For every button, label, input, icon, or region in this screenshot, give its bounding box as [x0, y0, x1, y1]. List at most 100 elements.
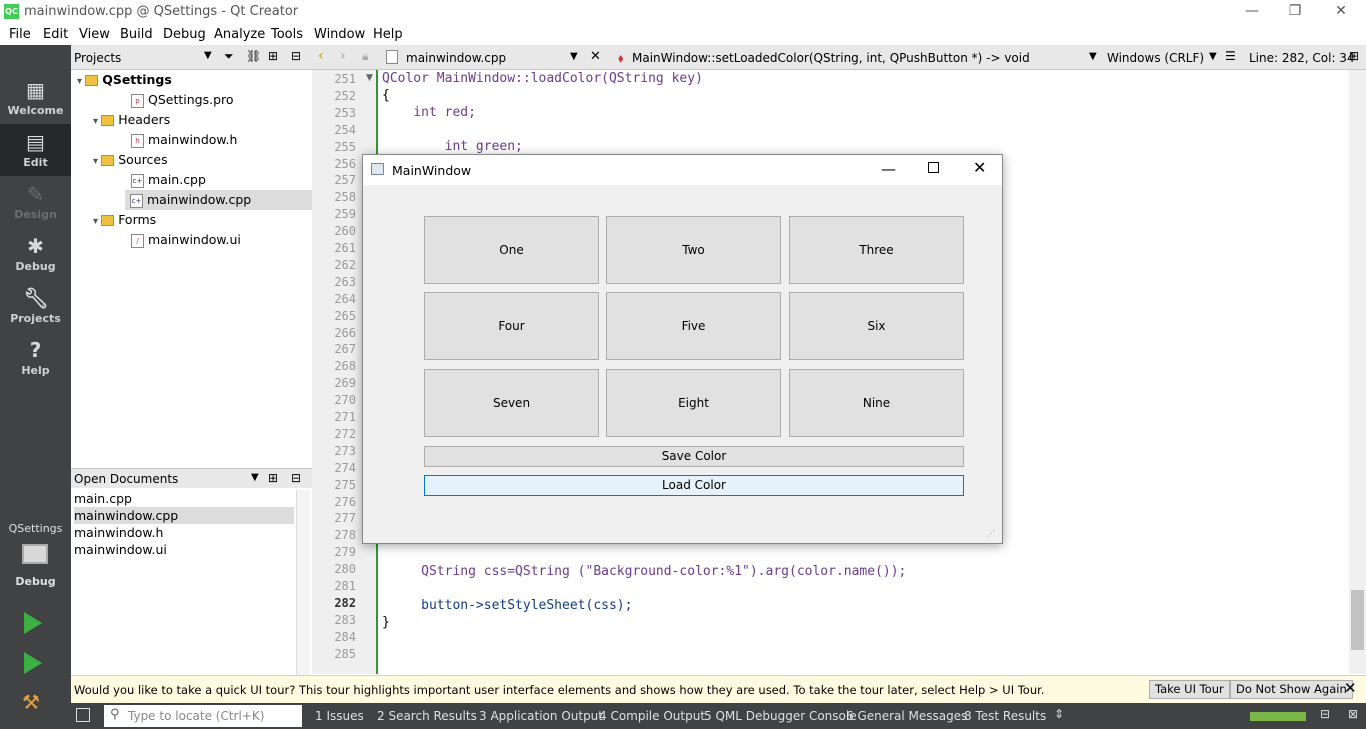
tree-item-forms[interactable]: ▾ Forms	[71, 210, 312, 230]
forward-arrow-icon[interactable]: ›	[340, 48, 346, 64]
dialog-minimize-button[interactable]: —	[881, 160, 896, 178]
button-four[interactable]: Four	[424, 292, 599, 360]
editor-scrollbar[interactable]	[1349, 70, 1366, 674]
fold-arrow-icon[interactable]: ▼	[366, 73, 373, 83]
mode-edit[interactable]: ▤ Edit	[0, 124, 71, 176]
open-documents-scrollbar[interactable]	[296, 490, 310, 675]
resize-grip-icon[interactable]: ⋰	[987, 529, 995, 538]
code-line[interactable]: QColor MainWindow::loadColor(QString key…	[382, 71, 703, 86]
close-output-icon[interactable]: ⊠	[1348, 707, 1358, 721]
line-ending-selector[interactable]: Windows (CRLF)	[1107, 51, 1204, 65]
menu-view[interactable]: View	[79, 27, 110, 42]
mode-projects[interactable]: 🔧︎ Projects	[0, 280, 71, 332]
pane-search-results[interactable]: 2 Search Results	[377, 709, 477, 723]
dialog-close-button[interactable]: ✕	[973, 158, 986, 177]
pane-compile-output[interactable]: 4 Compile Output	[599, 709, 705, 723]
debug-run-icon[interactable]	[24, 652, 42, 674]
button-nine[interactable]: Nine	[789, 369, 964, 437]
menu-debug[interactable]: Debug	[163, 27, 206, 42]
do-not-show-again-button[interactable]: Do Not Show Again	[1230, 680, 1353, 699]
close-pane-icon[interactable]: ⊟	[291, 49, 301, 63]
kit-monitor-icon[interactable]	[22, 544, 48, 564]
menu-build[interactable]: Build	[120, 27, 153, 42]
menu-help[interactable]: Help	[373, 27, 403, 42]
pane-test-results[interactable]: 8 Test Results	[964, 709, 1046, 723]
filter-icon[interactable]: ⏷	[224, 49, 234, 64]
link-icon[interactable]: ⛓	[246, 49, 261, 63]
code-line[interactable]: int red;	[382, 105, 476, 120]
open-doc-item[interactable]: mainwindow.h	[74, 524, 294, 541]
tree-item-headers[interactable]: ▾ Headers	[71, 110, 312, 130]
tree-item-sources[interactable]: ▾ Sources	[71, 150, 312, 170]
take-ui-tour-button[interactable]: Take UI Tour	[1149, 680, 1230, 699]
pane-application-output[interactable]: 3 Application Output	[479, 709, 603, 723]
line-number: 268	[334, 359, 356, 374]
split-icon[interactable]: ⊞	[268, 471, 278, 485]
split-icon[interactable]: ⊞	[268, 49, 278, 63]
button-eight[interactable]: Eight	[606, 369, 781, 437]
build-hammer-icon[interactable]: ⚒	[22, 690, 40, 714]
chevron-down-icon[interactable]: ▼	[1209, 51, 1217, 62]
close-tour-icon[interactable]: ✕	[1344, 679, 1357, 697]
function-selector[interactable]: MainWindow::setLoadedColor(QString, int,…	[632, 51, 1030, 65]
tree-item-qsettings[interactable]: ▾ QSettings	[71, 70, 312, 90]
button-six[interactable]: Six	[789, 292, 964, 360]
open-doc-item[interactable]: mainwindow.cpp	[74, 507, 294, 524]
locator-input[interactable]: Type to locate (Ctrl+K)	[104, 705, 302, 727]
load-color-button[interactable]: Load Color	[424, 475, 964, 496]
chevron-down-icon[interactable]: ▼	[1089, 51, 1097, 62]
close-pane-icon[interactable]: ⊟	[291, 471, 301, 485]
open-documents-title[interactable]: Open Documents	[74, 472, 178, 486]
title-bar: QC mainwindow.cpp @ QSettings - Qt Creat…	[0, 0, 1366, 23]
tree-item-main-cpp[interactable]: c+ main.cpp	[71, 170, 312, 190]
chevron-down-icon[interactable]: ▼	[251, 472, 259, 483]
pane-qml-debugger-console[interactable]: 5 QML Debugger Console	[704, 709, 857, 723]
tree-item-pro[interactable]: p QSettings.pro	[71, 90, 312, 110]
chevron-down-icon[interactable]: ▼	[204, 50, 212, 61]
save-color-button[interactable]: Save Color	[424, 446, 964, 467]
restore-button[interactable]: ❐	[1272, 0, 1318, 23]
wrench-icon: 🔧︎	[23, 286, 49, 310]
open-doc-item[interactable]: main.cpp	[74, 490, 294, 507]
close-document-icon[interactable]: ✕	[590, 49, 601, 64]
outline-icon[interactable]: ☰	[1225, 49, 1236, 63]
current-file-label[interactable]: mainwindow.cpp	[406, 51, 506, 65]
pane-issues[interactable]: 1 Issues	[315, 709, 364, 723]
mode-help[interactable]: ? Help	[0, 332, 71, 384]
tree-item-mainwindow-h[interactable]: h mainwindow.h	[71, 130, 312, 150]
code-line[interactable]: int green;	[382, 139, 523, 154]
menu-analyze[interactable]: Analyze	[214, 27, 265, 42]
code-line[interactable]: }	[382, 615, 390, 630]
code-line[interactable]: button->setStyleSheet(css);	[382, 598, 632, 613]
menu-file[interactable]: File	[9, 27, 31, 42]
tree-item-mainwindow-ui[interactable]: / mainwindow.ui	[71, 230, 312, 250]
button-three[interactable]: Three	[789, 216, 964, 284]
button-five[interactable]: Five	[606, 292, 781, 360]
projects-pane-title[interactable]: Projects	[74, 51, 121, 65]
mode-debug[interactable]: ✱ Debug	[0, 228, 71, 280]
open-doc-item[interactable]: mainwindow.ui	[74, 541, 294, 558]
menu-edit[interactable]: Edit	[43, 27, 68, 42]
button-seven[interactable]: Seven	[424, 369, 599, 437]
dialog-maximize-button[interactable]	[928, 162, 939, 173]
mode-design[interactable]: ✎ Design	[0, 176, 71, 228]
chevron-down-icon[interactable]: ▼	[570, 51, 578, 62]
close-button[interactable]: ✕	[1318, 0, 1364, 23]
code-line[interactable]: {	[382, 88, 390, 103]
back-arrow-icon[interactable]: ‹	[318, 48, 324, 64]
pane-general-messages[interactable]: 6 General Messages	[846, 709, 967, 723]
run-icon[interactable]	[24, 612, 42, 634]
tree-item-mainwindow-cpp[interactable]: c+ mainwindow.cpp	[125, 190, 312, 210]
toggle-sidebar-icon[interactable]	[76, 708, 90, 722]
menu-tools[interactable]: Tools	[271, 27, 303, 42]
button-one[interactable]: One	[424, 216, 599, 284]
mode-welcome[interactable]: ▦ Welcome	[0, 72, 71, 124]
cursor-position[interactable]: Line: 282, Col: 34	[1249, 51, 1355, 65]
button-two[interactable]: Two	[606, 216, 781, 284]
output-toggle-icon[interactable]: ⊟	[1320, 707, 1330, 721]
menu-window[interactable]: Window	[314, 27, 365, 42]
minimize-button[interactable]: —	[1229, 0, 1275, 23]
more-panes-icon[interactable]: ⇕	[1054, 707, 1064, 721]
split-icon[interactable]: ⊞	[1349, 49, 1359, 63]
code-line[interactable]: QString css=QString ("Background-color:%…	[382, 564, 906, 579]
